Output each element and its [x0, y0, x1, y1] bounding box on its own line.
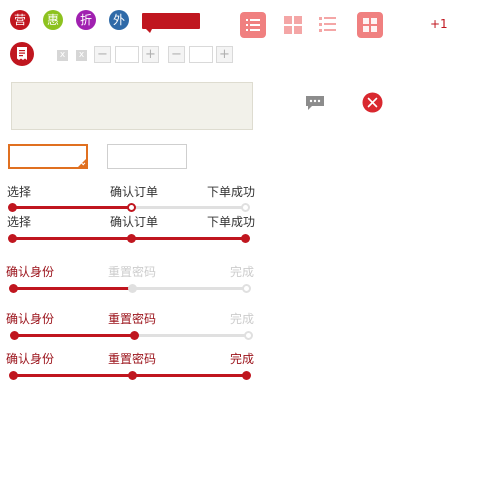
step-dot-done	[8, 234, 17, 243]
close-small-icon[interactable]: x	[57, 50, 68, 61]
step-dot-done	[8, 203, 17, 212]
progress-fill	[13, 206, 132, 209]
step-dot-done	[127, 234, 136, 243]
step-label: 选择	[7, 215, 32, 229]
step-label: 确认身份	[6, 265, 55, 279]
comment-textarea[interactable]	[11, 82, 253, 130]
step-dot-done	[9, 371, 18, 380]
step-dot-pending	[244, 331, 253, 340]
step-label: 完成	[230, 312, 255, 326]
chat-icon[interactable]	[305, 95, 325, 111]
receipt-icon[interactable]	[10, 42, 34, 66]
step-dot-current	[127, 203, 136, 212]
step-dot-done	[10, 331, 19, 340]
step-label: 确认身份	[6, 312, 55, 326]
grid-view-icon[interactable]	[283, 15, 303, 35]
step-label: 下单成功	[207, 185, 256, 199]
step-label: 重置密码	[108, 265, 157, 279]
checkmark-icon	[76, 157, 88, 169]
stepper-plus-button[interactable]: +	[216, 46, 233, 63]
step-dot-done	[241, 234, 250, 243]
close-circle-icon[interactable]	[362, 92, 383, 113]
step-label: 确认身份	[6, 352, 55, 366]
plus-one-counter: +1	[430, 17, 448, 31]
list-view-outline-icon[interactable]	[318, 15, 338, 35]
stepper-value-field[interactable]	[115, 46, 139, 63]
step-label: 选择	[7, 185, 32, 199]
step-dot-done	[9, 284, 18, 293]
progress-fill	[14, 287, 132, 290]
stepper-plus-button[interactable]: +	[142, 46, 159, 63]
step-dot-done	[128, 371, 137, 380]
step-label: 完成	[230, 265, 255, 279]
red-tooltip-bar	[142, 13, 200, 33]
stepper-minus-button[interactable]: −	[168, 46, 185, 63]
close-small-icon[interactable]: x	[76, 50, 87, 61]
selected-input-field[interactable]	[8, 144, 88, 169]
step-label: 完成	[230, 352, 255, 366]
step-label: 确认订单	[110, 215, 159, 229]
badge-zhe: 折	[76, 10, 96, 30]
step-label: 重置密码	[108, 352, 157, 366]
step-label: 确认订单	[110, 185, 159, 199]
step-dot-pending	[128, 284, 137, 293]
step-dot-done	[242, 371, 251, 380]
text-input-field[interactable]	[107, 144, 187, 169]
stepper-minus-button[interactable]: −	[94, 46, 111, 63]
grid-view-filled-icon[interactable]	[357, 12, 383, 38]
step-dot-pending	[241, 203, 250, 212]
step-label: 下单成功	[207, 215, 256, 229]
stepper-value-field[interactable]	[189, 46, 213, 63]
progress-fill	[15, 334, 135, 337]
step-dot-current	[130, 331, 139, 340]
step-dot-pending	[242, 284, 251, 293]
badge-ying: 营	[10, 10, 30, 30]
step-label: 重置密码	[108, 312, 157, 326]
badge-wai: 外	[109, 10, 129, 30]
badge-hui: 惠	[43, 10, 63, 30]
list-view-icon[interactable]	[240, 12, 266, 38]
